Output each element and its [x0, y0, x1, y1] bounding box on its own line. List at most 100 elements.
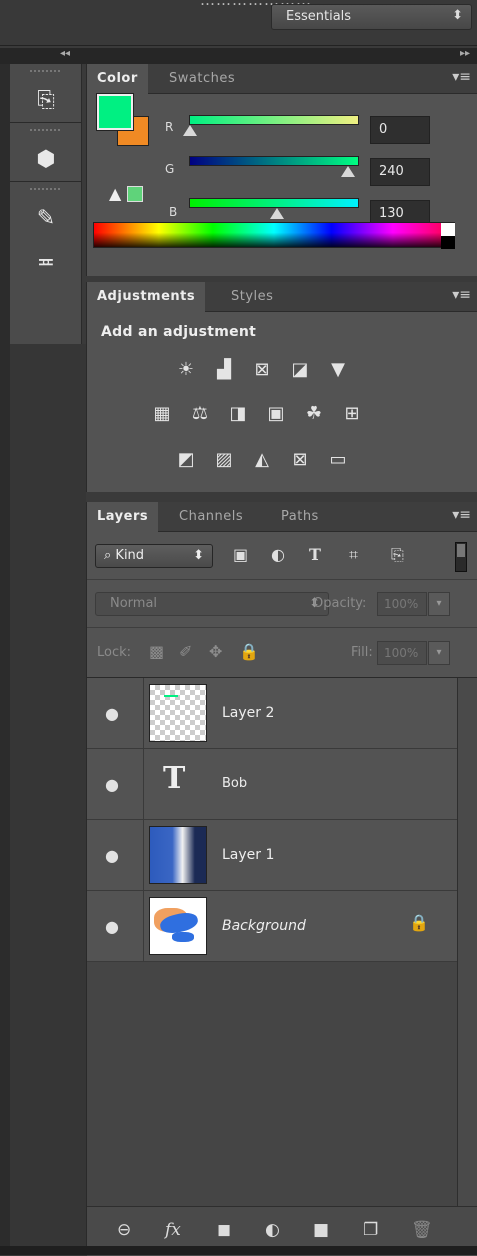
layer-thumbnail — [149, 897, 207, 955]
filter-kind-select[interactable]: ⌕ Kind ⬍ — [95, 544, 213, 568]
channel-mixer-icon[interactable]: ☘ — [301, 400, 327, 426]
new-adjustment-layer-icon[interactable]: ◐ — [265, 1220, 280, 1240]
layer-thumbnail — [149, 826, 207, 884]
type-filter-icon[interactable]: T — [309, 545, 321, 564]
gamut-warning-icon[interactable]: ▲ — [109, 184, 121, 203]
panel-menu-icon[interactable]: ▾≡ — [452, 507, 471, 523]
panel-menu-icon[interactable]: ▾≡ — [452, 69, 471, 85]
layer-row-layer-2[interactable]: ● Layer 2 — [87, 678, 457, 749]
scrollbar[interactable] — [457, 678, 477, 1206]
history-icon[interactable]: ⎘ — [10, 78, 82, 122]
green-slider[interactable] — [189, 156, 359, 166]
workspace-label: Essentials — [286, 9, 352, 24]
visibility-eye-icon[interactable]: ● — [105, 775, 119, 794]
gradient-map-icon[interactable]: ▭ — [325, 446, 351, 472]
lock-image-icon[interactable]: ✐ — [179, 642, 192, 661]
select-arrows-icon: ⬍ — [452, 8, 463, 23]
layer-row-background[interactable]: ● Background 🔒 — [87, 891, 457, 962]
invert-icon[interactable]: ◩ — [173, 446, 199, 472]
adjustment-filter-icon[interactable]: ◐ — [271, 545, 285, 564]
color-spectrum-ramp[interactable] — [93, 222, 455, 249]
layer-row-layer-1[interactable]: ● Layer 1 — [87, 820, 457, 891]
adjustment-icon-row: ◩ ▨ ◭ ⊠ ▭ — [173, 446, 351, 472]
fill-dropdown-icon[interactable]: ▾ — [428, 641, 450, 665]
lock-bar: Lock: ▩ ✐ ✥ 🔒 Fill: 100% ▾ — [87, 628, 477, 678]
lock-label: Lock: — [97, 645, 132, 660]
vibrance-icon[interactable]: ▼ — [325, 356, 351, 382]
tool-column-empty — [10, 344, 86, 1255]
layer-row-bob[interactable]: ● T Bob — [87, 749, 457, 820]
fill-input[interactable]: 100% — [377, 641, 427, 665]
red-value-input[interactable]: 0 — [370, 116, 430, 144]
new-group-icon[interactable]: ■ — [313, 1220, 329, 1240]
black-white-icon[interactable]: ◨ — [225, 400, 251, 426]
exposure-icon[interactable]: ◪ — [287, 356, 313, 382]
left-gutter — [0, 64, 10, 1255]
curves-icon[interactable]: ⊠ — [249, 356, 275, 382]
brightness-contrast-icon[interactable]: ☀ — [173, 356, 199, 382]
green-value-input[interactable]: 240 — [370, 158, 430, 186]
visibility-eye-icon[interactable]: ● — [105, 846, 119, 865]
lock-transparent-icon[interactable]: ▩ — [149, 642, 164, 661]
tab-channels[interactable]: Channels — [169, 502, 253, 532]
tab-adjustments[interactable]: Adjustments — [87, 282, 206, 312]
brush-preset-icon[interactable]: ≖ — [10, 240, 82, 284]
fx-icon[interactable]: fx — [165, 1220, 181, 1240]
3d-icon[interactable]: ⬢ — [10, 137, 82, 181]
grip-handle[interactable] — [30, 129, 60, 137]
opacity-input[interactable]: 100% — [377, 592, 427, 616]
hue-saturation-icon[interactable]: ▦ — [149, 400, 175, 426]
visibility-eye-icon[interactable]: ● — [105, 917, 119, 936]
add-mask-icon[interactable]: ◼ — [217, 1220, 231, 1240]
gamut-correction-swatch[interactable] — [127, 186, 143, 202]
lock-position-icon[interactable]: ✥ — [209, 642, 222, 661]
trash-icon[interactable]: 🗑 — [411, 1220, 433, 1240]
photo-filter-icon[interactable]: ▣ — [263, 400, 289, 426]
tab-color[interactable]: Color — [87, 64, 148, 94]
red-slider[interactable] — [189, 115, 359, 125]
pixel-filter-icon[interactable]: ▣ — [233, 545, 248, 564]
adjustment-icon-row: ▦ ⚖ ◨ ▣ ☘ ⊞ — [149, 400, 365, 426]
workspace-select[interactable]: Essentials ⬍ — [271, 4, 472, 30]
levels-icon[interactable]: ▟ — [211, 356, 237, 382]
tab-swatches[interactable]: Swatches — [159, 64, 245, 94]
adjustments-heading: Add an adjustment — [101, 324, 257, 340]
color-panel: Color Swatches ▾≡ R 0 G 240 ▲ B 130 — [86, 64, 477, 276]
posterize-icon[interactable]: ▨ — [211, 446, 237, 472]
red-slider-thumb[interactable] — [183, 125, 197, 136]
shape-filter-icon[interactable]: ⌗ — [349, 545, 358, 565]
green-slider-thumb[interactable] — [341, 166, 355, 177]
blend-mode-label: Normal — [110, 596, 158, 611]
layer-filter-bar: ⌕ Kind ⬍ ▣ ◐ T ⌗ ⎘ — [87, 532, 477, 580]
visibility-eye-icon[interactable]: ● — [105, 704, 119, 723]
lock-all-icon[interactable]: 🔒 — [239, 642, 259, 661]
color-lookup-icon[interactable]: ⊞ — [339, 400, 365, 426]
grip-handle[interactable] — [30, 188, 60, 196]
smart-object-filter-icon[interactable]: ⎘ — [391, 545, 404, 565]
layer-name[interactable]: Layer 2 — [222, 705, 274, 721]
blend-mode-select[interactable]: Normal ⬍ — [95, 592, 329, 616]
color-balance-icon[interactable]: ⚖ — [187, 400, 213, 426]
blue-slider-thumb[interactable] — [270, 208, 284, 219]
opacity-dropdown-icon[interactable]: ▾ — [428, 592, 450, 616]
tab-layers[interactable]: Layers — [87, 502, 159, 532]
panel-header-strip: ◂◂ ▸▸ — [0, 48, 477, 64]
blue-slider[interactable] — [189, 198, 359, 208]
selective-color-icon[interactable]: ⊠ — [287, 446, 313, 472]
tab-paths[interactable]: Paths — [271, 502, 329, 532]
panel-menu-icon[interactable]: ▾≡ — [452, 287, 471, 303]
brush-tool-icon[interactable]: ✎ — [10, 196, 82, 240]
layer-name[interactable]: Bob — [222, 776, 247, 791]
new-layer-icon[interactable]: ❐ — [363, 1220, 378, 1240]
filter-toggle-switch[interactable] — [455, 542, 467, 572]
black-white-swatch[interactable] — [441, 223, 455, 249]
tab-styles[interactable]: Styles — [221, 282, 283, 312]
collapse-left-icon[interactable]: ◂◂ — [60, 48, 70, 59]
layer-name[interactable]: Background — [222, 918, 306, 934]
layer-name[interactable]: Layer 1 — [222, 847, 274, 863]
link-layers-icon[interactable]: ⊖ — [117, 1220, 131, 1240]
foreground-color-swatch[interactable] — [96, 93, 134, 131]
threshold-icon[interactable]: ◭ — [249, 446, 275, 472]
collapse-right-icon[interactable]: ▸▸ — [460, 48, 470, 59]
grip-handle[interactable] — [30, 70, 60, 78]
